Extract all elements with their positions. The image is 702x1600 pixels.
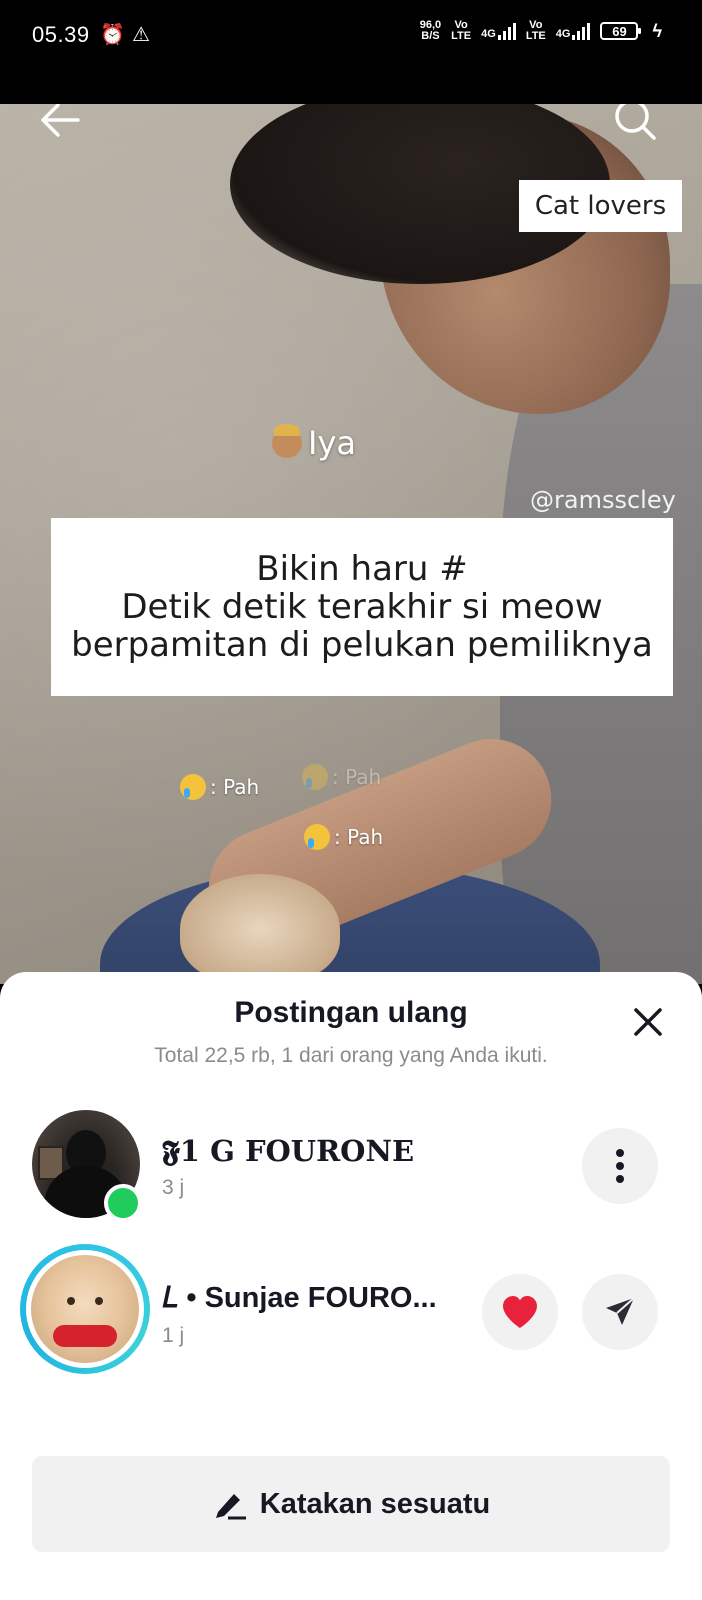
more-button[interactable] <box>582 1128 658 1204</box>
close-icon[interactable] <box>628 1002 668 1042</box>
list-item[interactable]: 𝕱1 G FOURONE 3 j <box>0 1110 702 1230</box>
caption-line-1: Bikin haru # <box>256 549 468 589</box>
post-time: 1 j <box>162 1324 185 1347</box>
avatar-inner <box>26 1250 144 1368</box>
heart-icon <box>503 1296 537 1328</box>
pencil-icon <box>215 1494 246 1520</box>
story-ring[interactable] <box>20 1244 150 1374</box>
alarm-icon: ⏰ <box>100 24 125 46</box>
reaction-overlay: : Pah <box>304 824 383 850</box>
crying-cat-icon <box>302 764 328 790</box>
warning-icon: ⚠ <box>132 24 150 46</box>
crying-cat-icon <box>180 774 206 800</box>
crying-cat-icon <box>304 824 330 850</box>
video-overlay-text: Iya <box>272 424 356 462</box>
video-kitten <box>180 874 340 984</box>
signal-1-icon: 4G <box>481 22 516 40</box>
sim1-network-type: 4G <box>481 28 496 40</box>
sim2-network-type: 4G <box>555 28 571 40</box>
status-time: 05.39 <box>32 22 90 47</box>
status-bar: 05.39 ⏰ ⚠ 96,0 B/S Vo LTE 4G Vo LTE 4G 6… <box>0 0 702 104</box>
say-something-label: Katakan sesuatu <box>259 1487 491 1520</box>
video-watermark: @ramsscley <box>530 486 676 514</box>
caption-line-3: berpamitan di pelukan pemiliknya <box>71 625 653 665</box>
volte-1-icon: Vo LTE <box>451 20 471 42</box>
avatar <box>31 1255 139 1363</box>
post-time: 3 j <box>162 1176 185 1199</box>
say-something-button[interactable]: Katakan sesuatu <box>32 1456 670 1552</box>
avatar-detail <box>53 1325 117 1347</box>
sheet-title: Postingan ulang <box>234 996 468 1029</box>
video-caption: Bikin haru # Detik detik terakhir si meo… <box>51 518 673 696</box>
charging-icon: ϟ <box>652 20 662 41</box>
list-item[interactable]: 𝐿 • Sunjae FOURO... 1 j <box>0 1244 702 1378</box>
caption-line-2: Detik detik terakhir si meow <box>121 587 603 627</box>
avatar-detail <box>67 1297 103 1305</box>
reaction-text: : Pah <box>210 775 260 799</box>
signal-2-icon: 4G <box>556 22 591 40</box>
emoji-icon <box>272 424 302 458</box>
battery-icon: 69 <box>600 22 642 40</box>
volte-2-bottom: LTE <box>525 30 546 42</box>
arrow-left-icon[interactable] <box>38 104 82 140</box>
reaction-text: : Pah <box>334 825 384 849</box>
search-icon[interactable] <box>612 104 658 142</box>
video-player[interactable]: Cat lovers Iya @ramsscley Bikin haru # D… <box>0 104 702 984</box>
sheet-subtitle: Total 22,5 rb, 1 dari orang yang Anda ik… <box>154 1044 548 1067</box>
reaction-overlay: : Pah <box>180 774 259 800</box>
overlay-text-label: Iya <box>308 424 356 462</box>
more-vertical-icon <box>616 1149 624 1183</box>
username[interactable]: 𝕱1 G FOURONE <box>162 1134 414 1169</box>
video-tag-box: Cat lovers <box>519 180 682 232</box>
like-button[interactable] <box>482 1274 558 1350</box>
online-status-icon <box>104 1184 142 1222</box>
volte-1-bottom: LTE <box>451 30 472 42</box>
username[interactable]: 𝐿 • Sunjae FOURO... <box>162 1282 437 1315</box>
send-icon <box>606 1297 635 1325</box>
send-button[interactable] <box>582 1274 658 1350</box>
reaction-overlay: : Pah <box>302 764 381 790</box>
repost-sheet: Postingan ulang Total 22,5 rb, 1 dari or… <box>0 972 702 1600</box>
volte-2-icon: Vo LTE <box>526 20 546 42</box>
status-indicators: 96,0 B/S Vo LTE 4G Vo LTE 4G 69 ϟ <box>420 20 662 42</box>
battery-level: 69 <box>612 23 627 39</box>
network-speed: 96,0 B/S <box>420 20 441 42</box>
reaction-text: : Pah <box>332 765 382 789</box>
network-speed-unit: B/S <box>421 30 440 42</box>
